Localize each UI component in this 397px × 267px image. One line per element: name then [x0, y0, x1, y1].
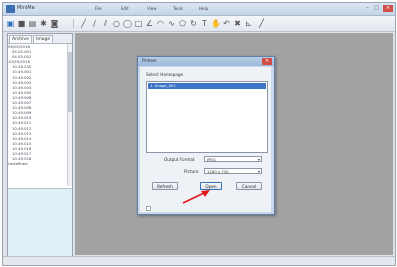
chevron-down-icon: ▾	[257, 157, 260, 162]
scan-icon[interactable]: ▣	[6, 19, 15, 28]
format-select[interactable]: JPEG ▾	[204, 156, 262, 162]
dialog-title-bar: Primer ×	[138, 57, 274, 66]
ellipse-icon[interactable]: ◯	[123, 19, 132, 28]
menu-file[interactable]: File	[95, 6, 102, 11]
list-item[interactable]: 1. Image_001	[148, 83, 266, 89]
ruler-icon[interactable]: ⊾	[244, 19, 253, 28]
gear-icon[interactable]: ✱	[39, 19, 48, 28]
arrow-shaft	[182, 192, 205, 204]
chevron-down-icon: ▾	[257, 169, 260, 174]
undo-icon[interactable]: ↶	[222, 19, 231, 28]
tree-scrollbar[interactable]	[67, 44, 72, 186]
preview-pane	[8, 188, 72, 257]
app-logo-icon	[6, 5, 15, 13]
polygon-icon[interactable]: ⬠	[178, 19, 187, 28]
curve-icon[interactable]: ∿	[167, 19, 176, 28]
scrollbar-thumb[interactable]	[68, 52, 72, 112]
hand-icon[interactable]: ✋	[211, 19, 221, 28]
rotate-icon[interactable]: ↻	[189, 19, 198, 28]
app-title: MiniMe	[17, 5, 35, 11]
folder-icon[interactable]: ▤	[28, 19, 37, 28]
dialog-title: Primer	[142, 59, 157, 64]
rectangle-icon[interactable]: □	[134, 19, 143, 28]
arc-icon[interactable]: ◠	[156, 19, 165, 28]
close-icon[interactable]: ×	[383, 5, 393, 12]
toolbar: ▣ ■ ▤ ✱ ◙ ╱ ∕ ⫽ ○ ◯ □ ∠ ◠ ∿ ⬠ ↻ T ✋ ↶ ✖ …	[3, 16, 395, 32]
format-value: JPEG	[207, 157, 216, 162]
minimize-icon[interactable]: –	[364, 5, 371, 12]
menu-help[interactable]: Help	[199, 6, 208, 11]
menu-view[interactable]: View	[147, 6, 157, 11]
tab-image[interactable]: Image	[33, 35, 54, 43]
polyline-icon[interactable]: ⫽	[101, 19, 110, 28]
title-bar: MiniMe File Edit View Tools Help – □ ×	[3, 3, 395, 16]
text-icon[interactable]: T	[200, 19, 209, 28]
select-label: Select Homepage	[146, 72, 184, 77]
pencil-icon[interactable]: ∕	[90, 19, 99, 28]
refresh-button[interactable]: Refresh	[152, 182, 178, 190]
angle-icon[interactable]: ∠	[145, 19, 154, 28]
folder-tree[interactable]: 06/05/2016 04.05.001 04.05.002 10/29/201…	[8, 44, 66, 186]
save-icon[interactable]: ■	[17, 19, 26, 28]
circle-icon[interactable]: ○	[112, 19, 121, 28]
size-value: 1280 x 720	[207, 169, 229, 174]
camera-icon[interactable]: ◙	[50, 19, 59, 28]
brush-icon[interactable]: ╱	[257, 19, 266, 28]
status-bar	[3, 256, 395, 265]
format-label: Output Format	[164, 157, 195, 162]
left-panel: Archive Image 06/05/2016 04.05.001 04.05…	[7, 33, 73, 257]
annotation-arrow	[182, 190, 210, 204]
toolbar-divider	[73, 19, 74, 28]
size-label: Picture	[184, 169, 199, 174]
cancel-button[interactable]: Cancel	[236, 182, 262, 190]
dialog-checkbox[interactable]	[146, 206, 151, 211]
maximize-icon[interactable]: □	[373, 5, 380, 12]
left-tabs: Archive Image	[8, 34, 72, 44]
size-select[interactable]: 1280 x 720 ▾	[204, 168, 262, 174]
menu-tools[interactable]: Tools	[173, 6, 183, 11]
delete-icon[interactable]: ✖	[233, 19, 242, 28]
line-icon[interactable]: ╱	[79, 19, 88, 28]
tree-item[interactable]: Undefined	[8, 161, 66, 166]
source-list[interactable]: 1. Image_001	[146, 81, 268, 153]
tab-archive[interactable]: Archive	[9, 35, 32, 43]
menu-edit[interactable]: Edit	[121, 6, 129, 11]
dialog-close-icon[interactable]: ×	[262, 58, 272, 65]
